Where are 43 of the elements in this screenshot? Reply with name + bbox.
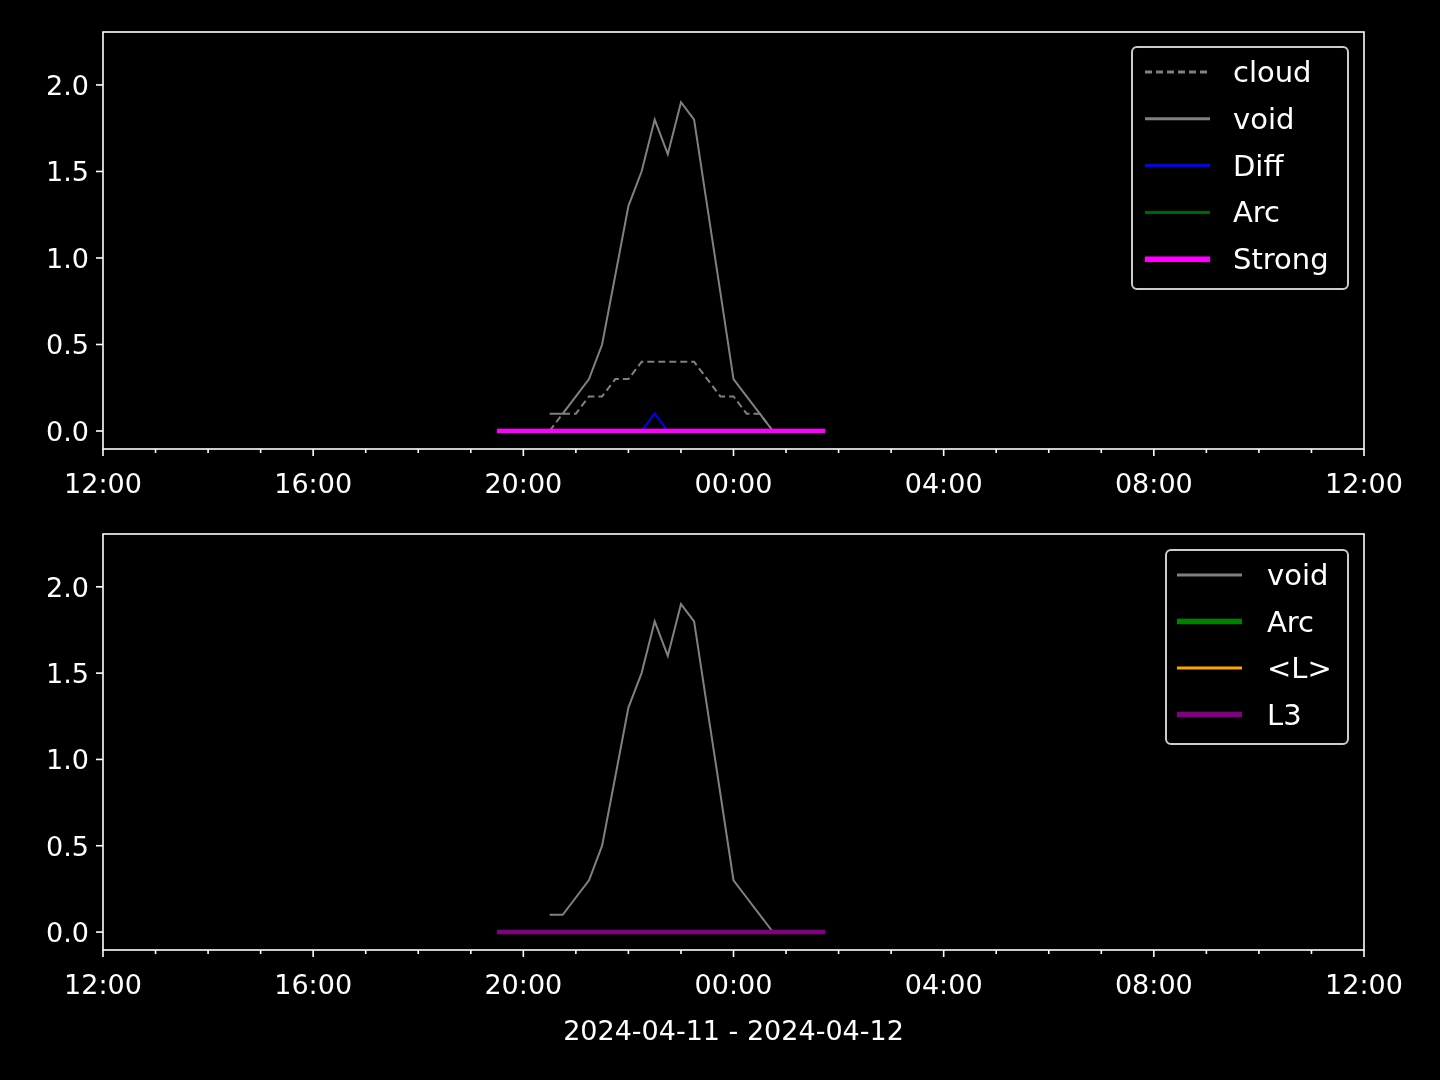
tick-label: 2.0 bbox=[46, 571, 89, 603]
tick-label: 0.0 bbox=[46, 917, 89, 949]
legend-label: Arc bbox=[1267, 604, 1315, 639]
tick-label: 12:00 bbox=[64, 468, 142, 499]
legend-swatch bbox=[1177, 666, 1242, 670]
legend-label: void bbox=[1233, 101, 1295, 136]
legend-swatch bbox=[1177, 618, 1242, 625]
tick-label: 12:00 bbox=[64, 969, 142, 1000]
tick-label: 0.5 bbox=[46, 830, 89, 862]
tick-label: 20:00 bbox=[484, 969, 563, 1000]
tick-label: 1.0 bbox=[46, 243, 89, 274]
legend-label: L3 bbox=[1267, 697, 1302, 732]
axis-label: 2024-04-11 - 2024-04-12 bbox=[563, 1015, 904, 1046]
tick-label: 00:00 bbox=[694, 468, 773, 499]
tick-label: 08:00 bbox=[1114, 468, 1193, 499]
tick-label: 12:00 bbox=[1325, 468, 1403, 499]
legend-label: Arc bbox=[1233, 195, 1281, 230]
legend-label: void bbox=[1267, 558, 1329, 592]
tick-label: 08:00 bbox=[1114, 969, 1193, 1000]
tick-label: 1.5 bbox=[46, 658, 89, 690]
tick-label: 16:00 bbox=[274, 468, 353, 499]
legend-swatch bbox=[1145, 256, 1210, 262]
legend-swatch bbox=[1177, 573, 1242, 577]
tick-label: 0.5 bbox=[46, 329, 89, 361]
legend-label: Strong bbox=[1233, 242, 1329, 277]
tick-label: 00:00 bbox=[694, 969, 773, 1000]
tick-label: 12:00 bbox=[1325, 969, 1403, 1000]
tick-label: 04:00 bbox=[904, 969, 983, 1000]
legend-swatch bbox=[1145, 210, 1210, 214]
legend-label: Diff bbox=[1233, 148, 1284, 183]
legend-label: cloud bbox=[1233, 55, 1312, 89]
tick-label: 16:00 bbox=[274, 969, 353, 1000]
tick-label: 20:00 bbox=[484, 468, 563, 499]
tick-label: 2.0 bbox=[46, 69, 89, 101]
legend-swatch bbox=[1145, 117, 1210, 121]
tick-label: 04:00 bbox=[904, 468, 983, 499]
tick-label: 1.0 bbox=[46, 744, 89, 776]
legend-swatch bbox=[1177, 711, 1242, 718]
tick-label: 0.0 bbox=[46, 416, 89, 447]
tick-label: 1.5 bbox=[46, 156, 89, 188]
legend-swatch bbox=[1145, 164, 1210, 168]
legend-label: <L> bbox=[1267, 651, 1332, 685]
legend-swatch bbox=[1145, 70, 1210, 74]
